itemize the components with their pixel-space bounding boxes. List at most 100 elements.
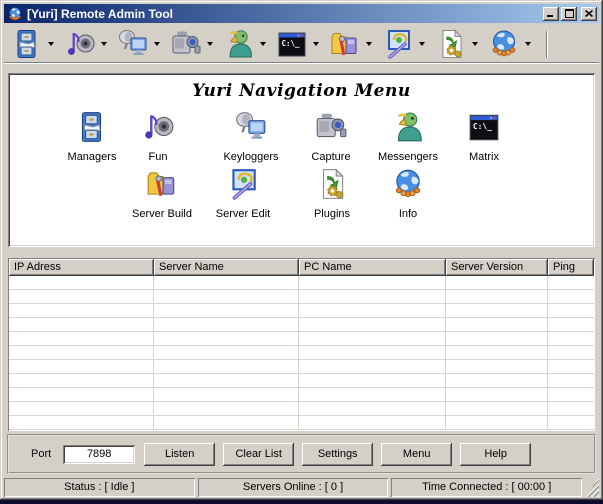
maximize-button[interactable] (561, 7, 577, 21)
toolbar-group-keyloggers (116, 28, 160, 61)
toolbar-fun-button[interactable] (63, 28, 96, 61)
table-cell (446, 388, 548, 402)
table-cell (9, 346, 154, 360)
toolbar-server-edit-dropdown-arrow[interactable] (419, 42, 425, 46)
toolbar-plugins-button[interactable] (434, 28, 467, 61)
console-text: C:\_ (281, 39, 300, 48)
table-cell (548, 290, 594, 304)
toolbar: C:\_ (4, 26, 599, 63)
toolbar-keyloggers-button[interactable] (116, 28, 149, 61)
toolbar-messengers-button[interactable] (222, 28, 255, 61)
toolbar-capture-button[interactable] (169, 28, 202, 61)
window-title: [Yuri] Remote Admin Tool (27, 7, 541, 21)
toolbar-matrix-button[interactable]: C:\_ (275, 28, 308, 61)
close-button[interactable] (581, 7, 597, 21)
managers-icon (11, 28, 43, 60)
table-cell (446, 276, 548, 290)
table-cell (446, 346, 548, 360)
toolbar-group-fun (63, 28, 107, 61)
nav-item-server-edit[interactable]: Server Edit (195, 167, 291, 220)
toolbar-managers-dropdown-arrow[interactable] (48, 42, 54, 46)
toolbar-plugins-dropdown-arrow[interactable] (472, 42, 478, 46)
table-row (9, 416, 594, 430)
table-cell (299, 290, 446, 304)
nav-item-matrix[interactable]: C:\_ Matrix (436, 110, 532, 163)
table-row (9, 290, 594, 304)
toolbar-group-messengers (222, 28, 266, 61)
managers-icon (75, 110, 109, 144)
toolbar-keyloggers-dropdown-arrow[interactable] (154, 42, 160, 46)
minimize-button[interactable] (543, 7, 559, 21)
clear-list-button[interactable]: Clear List (223, 443, 294, 466)
toolbar-managers-button[interactable] (10, 28, 43, 61)
table-cell (548, 304, 594, 318)
table-cell (154, 374, 299, 388)
status-section-0: Status : [ Idle ] (4, 478, 195, 497)
table-cell (9, 374, 154, 388)
table-cell (548, 374, 594, 388)
table-cell (446, 360, 548, 374)
server-build-icon (145, 167, 179, 201)
resize-grip[interactable] (585, 478, 599, 497)
table-cell (446, 290, 548, 304)
fun-icon (141, 110, 175, 144)
table-header: IP AdressServer NamePC NameServer Versio… (9, 259, 594, 276)
table-cell (446, 416, 548, 430)
toolbar-messengers-dropdown-arrow[interactable] (260, 42, 266, 46)
table-cell (548, 388, 594, 402)
table-cell (9, 304, 154, 318)
table-cell (299, 332, 446, 346)
table-body[interactable] (9, 276, 594, 430)
table-row (9, 304, 594, 318)
table-cell (154, 304, 299, 318)
listen-button[interactable]: Listen (144, 443, 215, 466)
nav-item-label: Matrix (436, 151, 532, 163)
server-table: IP AdressServer NamePC NameServer Versio… (8, 258, 595, 431)
toolbar-capture-dropdown-arrow[interactable] (207, 42, 213, 46)
titlebar-app-icon[interactable] (7, 6, 23, 22)
table-cell (9, 402, 154, 416)
nav-item-label: Info (360, 208, 456, 220)
matrix-icon: C:\_ (276, 28, 308, 60)
toolbar-group-server-build (328, 28, 372, 61)
column-header-ping[interactable]: Ping (548, 259, 594, 276)
table-cell (154, 318, 299, 332)
navigation-panel: Yuri Navigation Menu ManagersFunKeylogge… (8, 73, 595, 247)
screen-bottom-edge (0, 500, 603, 504)
table-row (9, 388, 594, 402)
toolbar-server-build-button[interactable] (328, 28, 361, 61)
menu-button[interactable]: Menu (381, 443, 452, 466)
matrix-icon: C:\_ (467, 110, 501, 144)
table-cell (446, 402, 548, 416)
toolbar-server-edit-button[interactable] (381, 28, 414, 61)
table-cell (548, 276, 594, 290)
toolbar-info-dropdown-arrow[interactable] (525, 42, 531, 46)
nav-item-info[interactable]: Info (360, 167, 456, 220)
screen: [Yuri] Remote Admin Tool C:\_ Yuri Navig… (0, 0, 603, 504)
settings-button[interactable]: Settings (302, 443, 373, 466)
port-input[interactable] (63, 445, 135, 464)
toolbar-info-button[interactable] (487, 28, 520, 61)
table-cell (9, 276, 154, 290)
column-header-server-name[interactable]: Server Name (154, 259, 299, 276)
table-cell (154, 346, 299, 360)
table-row (9, 360, 594, 374)
messengers-icon (391, 110, 425, 144)
maximize-icon (565, 9, 574, 18)
help-button[interactable]: Help (460, 443, 531, 466)
column-header-server-version[interactable]: Server Version (446, 259, 548, 276)
toolbar-matrix-dropdown-arrow[interactable] (313, 42, 319, 46)
toolbar-group-matrix: C:\_ (275, 28, 319, 61)
table-cell (299, 402, 446, 416)
table-row (9, 402, 594, 416)
column-header-pc-name[interactable]: PC Name (299, 259, 446, 276)
nav-item-fun[interactable]: Fun (110, 110, 206, 163)
table-cell (154, 290, 299, 304)
table-cell (9, 332, 154, 346)
column-header-ip-adress[interactable]: IP Adress (9, 259, 154, 276)
toolbar-server-build-dropdown-arrow[interactable] (366, 42, 372, 46)
toolbar-fun-dropdown-arrow[interactable] (101, 42, 107, 46)
table-cell (299, 318, 446, 332)
status-section-2: Time Connected : [ 00:00 ] (391, 478, 582, 497)
table-cell (548, 416, 594, 430)
